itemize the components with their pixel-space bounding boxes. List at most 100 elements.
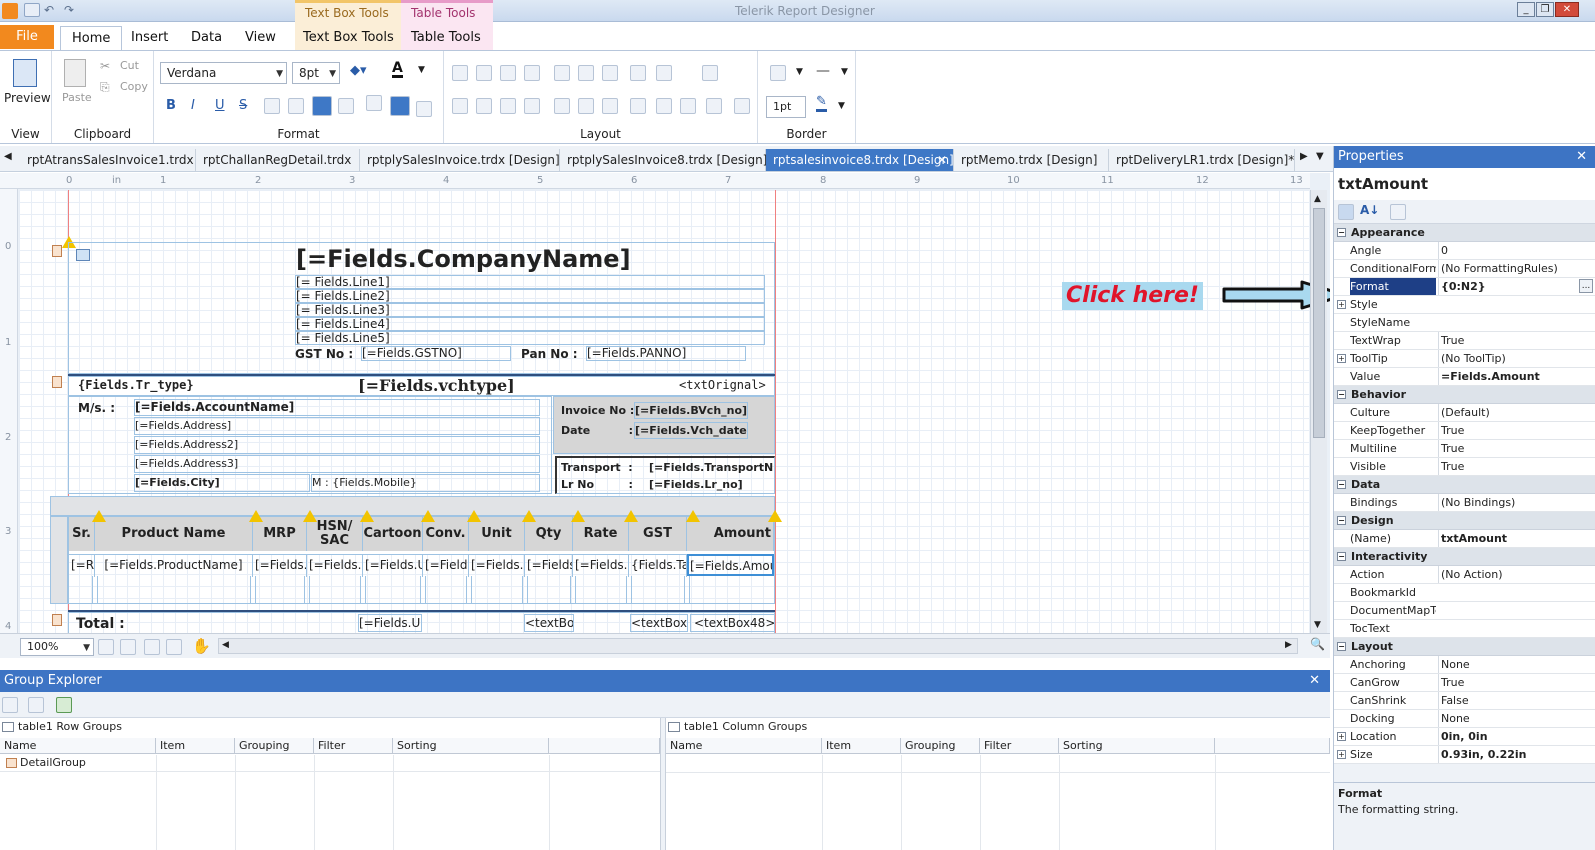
property-row[interactable]: StyleName xyxy=(1334,314,1595,332)
collapse-icon[interactable]: − xyxy=(1337,552,1346,561)
hspace-equal-icon[interactable] xyxy=(452,98,468,114)
col-header-rate[interactable]: Rate xyxy=(573,517,629,551)
col-header-amount[interactable]: Amount xyxy=(687,517,774,551)
property-category[interactable]: − Interactivity xyxy=(1334,548,1595,566)
picture-box-icon[interactable] xyxy=(76,249,90,261)
collapse-icon[interactable]: − xyxy=(1337,516,1346,525)
zoom-combo[interactable]: 100% ▼ xyxy=(20,638,94,656)
property-value[interactable]: =Fields.Amount xyxy=(1438,368,1595,385)
line5-textbox[interactable]: [= Fields.Line5] xyxy=(295,331,765,345)
chevron-down-icon[interactable]: ▼ xyxy=(841,67,848,77)
align-tops-icon[interactable] xyxy=(524,65,540,81)
scroll-left-icon[interactable]: ◀ xyxy=(4,151,12,162)
scroll-left-icon[interactable]: ◀ xyxy=(222,640,229,650)
property-category[interactable]: − Appearance xyxy=(1334,224,1595,242)
close-button[interactable]: ✕ xyxy=(1555,2,1579,17)
line-style-icon[interactable]: — xyxy=(816,63,830,79)
cell-unit[interactable]: [=Fields. xyxy=(469,555,525,577)
paste-icon[interactable] xyxy=(64,59,86,87)
scroll-up-icon[interactable]: ▲ xyxy=(1314,194,1321,204)
section-icon[interactable] xyxy=(52,614,62,626)
col-grouping[interactable]: Grouping xyxy=(235,738,314,754)
expand-icon[interactable]: + xyxy=(1337,732,1346,741)
copy-icon[interactable]: ⎘ xyxy=(100,80,110,95)
underline-button[interactable]: U xyxy=(215,98,225,113)
col-header-qty[interactable]: Qty xyxy=(525,517,573,551)
preview-icon[interactable] xyxy=(13,59,37,87)
align-right-icon[interactable] xyxy=(312,96,332,116)
orignal-textbox[interactable]: <txtOrignal> xyxy=(679,378,766,392)
italic-button[interactable]: I xyxy=(191,98,195,113)
date-textbox[interactable]: [=Fields.Vch_date] xyxy=(634,422,748,439)
tab-list-icon[interactable]: ▼ xyxy=(1316,151,1324,162)
collapse-icon[interactable]: − xyxy=(1337,228,1346,237)
fill-color-icon[interactable]: ◆▾ xyxy=(350,63,367,78)
valign-middle-icon[interactable] xyxy=(390,96,410,116)
view-mode-icon[interactable] xyxy=(2,697,18,713)
doc-tab-7[interactable]: rptDeliveryLR1.trdx [Design]* xyxy=(1109,149,1295,171)
property-row[interactable]: + Location 0in, 0in xyxy=(1334,728,1595,746)
col-header-mrp[interactable]: MRP xyxy=(253,517,307,551)
company-name-textbox[interactable]: [=Fields.CompanyName] xyxy=(296,245,631,273)
zoom-icon[interactable]: 🔍 xyxy=(1310,637,1325,651)
doc-tab-3[interactable]: rptplySalesInvoice.trdx [Design] xyxy=(360,149,560,171)
property-row[interactable]: Action (No Action) xyxy=(1334,566,1595,584)
pan-textbox[interactable]: [=Fields.PANNO] xyxy=(586,346,746,361)
vspace-remove-icon[interactable] xyxy=(630,98,646,114)
categorized-icon[interactable] xyxy=(1338,204,1354,220)
col-grouping[interactable]: Grouping xyxy=(901,738,980,754)
cut-button[interactable]: Cut xyxy=(120,59,139,72)
vspace-increase-icon[interactable] xyxy=(578,98,594,114)
property-value[interactable]: (No Action) xyxy=(1438,566,1595,583)
font-size-combo[interactable]: 8pt ▼ xyxy=(292,62,340,84)
align-bottoms-icon[interactable] xyxy=(578,65,594,81)
hspace-decrease-icon[interactable] xyxy=(500,98,516,114)
property-row[interactable]: Visible True xyxy=(1334,458,1595,476)
preview-button[interactable]: Preview xyxy=(4,91,51,105)
vertical-scrollbar[interactable]: ▲ ▼ xyxy=(1310,190,1327,633)
cell-gst[interactable]: {Fields.Ta xyxy=(629,555,687,577)
line4-textbox[interactable]: [= Fields.Line4] xyxy=(295,317,765,331)
save-icon[interactable] xyxy=(24,3,40,17)
align-rights-icon[interactable] xyxy=(500,65,516,81)
grid-icon[interactable] xyxy=(98,639,114,655)
col-sorting[interactable]: Sorting xyxy=(393,738,549,754)
scroll-right-icon[interactable]: ▶ xyxy=(1300,151,1308,162)
border-width-combo[interactable]: 1pt xyxy=(766,96,806,118)
property-category[interactable]: − Data xyxy=(1334,476,1595,494)
property-row[interactable]: ConditionalForm (No FormattingRules) xyxy=(1334,260,1595,278)
align-centers-icon[interactable] xyxy=(476,65,492,81)
address2-textbox[interactable]: [=Fields.Address2] xyxy=(134,436,540,454)
border-color-icon[interactable]: ✎ xyxy=(816,95,827,112)
close-icon[interactable]: ✕ xyxy=(1309,670,1320,692)
expand-icon[interactable]: + xyxy=(1337,354,1346,363)
property-value[interactable]: True xyxy=(1438,440,1595,457)
bring-front-icon[interactable] xyxy=(680,98,696,114)
city-textbox[interactable]: [=Fields.City] xyxy=(134,474,310,492)
property-row[interactable]: TextWrap True xyxy=(1334,332,1595,350)
doc-tab-2[interactable]: rptChallanRegDetail.trdx xyxy=(196,149,360,171)
restore-button[interactable]: ❐ xyxy=(1536,2,1554,17)
refresh-icon[interactable] xyxy=(56,697,72,713)
bold-button[interactable]: B xyxy=(166,98,176,113)
hand-icon[interactable]: ✋ xyxy=(192,637,211,655)
cell-hsn[interactable]: [=Fields. xyxy=(307,555,363,577)
tab-home[interactable]: Home xyxy=(60,26,123,50)
pan-label[interactable]: Pan No : xyxy=(521,347,578,361)
property-value[interactable]: (Default) xyxy=(1438,404,1595,421)
property-category[interactable]: − Design xyxy=(1334,512,1595,530)
expand-icon[interactable]: + xyxy=(1337,750,1346,759)
col-header-cartoon[interactable]: Cartoon xyxy=(363,517,423,551)
cell-sr[interactable]: [=R xyxy=(69,555,95,577)
horizontal-scrollbar[interactable]: ◀ ▶ xyxy=(218,638,1298,654)
property-row[interactable]: Format {0:N2}... xyxy=(1334,278,1595,296)
vspace-equal-icon[interactable] xyxy=(554,98,570,114)
hspace-increase-icon[interactable] xyxy=(476,98,492,114)
property-value[interactable]: None xyxy=(1438,710,1595,727)
collapse-icon[interactable]: − xyxy=(1337,390,1346,399)
chevron-down-icon[interactable]: ▼ xyxy=(838,101,845,111)
align-justify-icon[interactable] xyxy=(338,98,354,114)
address3-textbox[interactable]: [=Fields.Address3] xyxy=(134,455,540,473)
date-label[interactable]: Date : xyxy=(561,424,633,437)
chevron-down-icon[interactable]: ▼ xyxy=(796,67,803,77)
